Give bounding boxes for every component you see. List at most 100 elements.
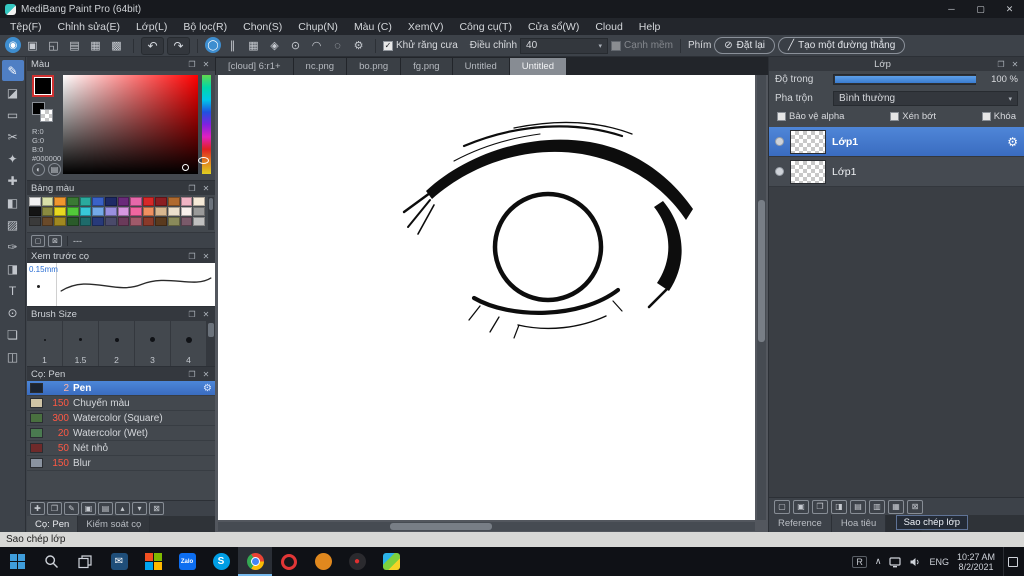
hidden-icons-chevron[interactable]: ∧ [875, 556, 882, 567]
palette-swatch-42[interactable] [193, 217, 205, 226]
brush-panel-tab-2[interactable]: Kiểm soát cọ [78, 516, 151, 532]
brush-size-3[interactable]: 3 [135, 321, 171, 366]
palette-swatch-9[interactable] [130, 197, 142, 206]
hand-tool[interactable]: ❏ [2, 324, 24, 345]
palette-swatch-21[interactable] [104, 207, 117, 216]
clock[interactable]: 10:27 AM 8/2/2021 [957, 552, 995, 572]
canvas-horizontal-scrollbar[interactable] [218, 522, 755, 531]
brush-settings-icon[interactable]: ⚙ [203, 383, 212, 394]
palette-scrollbar[interactable] [208, 197, 214, 230]
palette-swatch-3[interactable] [54, 197, 66, 206]
brush-folder-button[interactable]: ▤ [98, 502, 113, 515]
palette-swatch-20[interactable] [92, 207, 104, 216]
palette-swatch-2[interactable] [41, 197, 54, 206]
canvas[interactable] [218, 75, 755, 520]
brush-move-up-button[interactable]: ▴ [115, 502, 130, 515]
grid-icon[interactable]: ▦ [86, 37, 105, 54]
layer-row-2[interactable]: Lớp1 [769, 157, 1024, 187]
document-tab-3[interactable]: bo.png [347, 58, 401, 75]
palette-swatch-35[interactable] [104, 217, 117, 226]
palette-swatch-16[interactable] [41, 207, 54, 216]
speaker-icon[interactable] [909, 556, 921, 568]
palette-panel-float-icon[interactable]: ❐ [187, 184, 197, 193]
palette-swatch-30[interactable] [41, 217, 54, 226]
menu-item-2[interactable]: Chỉnh sửa(E) [50, 21, 128, 33]
maximize-button[interactable]: ▢ [966, 0, 995, 18]
brush-size-4[interactable]: 4 [171, 321, 207, 366]
brush-panel-tab-1[interactable]: Cọ: Pen [27, 516, 79, 532]
eraser-tool[interactable]: ◪ [2, 82, 24, 103]
menu-item-6[interactable]: Chụp(N) [290, 21, 346, 33]
palette-swatch-15[interactable] [29, 207, 41, 216]
brush-size-float-icon[interactable]: ❐ [187, 310, 197, 319]
snap-vanishing-icon[interactable]: ⊙ [286, 37, 305, 54]
menu-item-11[interactable]: Cloud [587, 21, 630, 33]
lasso-select-tool[interactable]: ✂ [2, 126, 24, 147]
palette-swatch-23[interactable] [130, 207, 142, 216]
snap-ellipse-icon[interactable]: ◌ [328, 37, 347, 54]
palette-swatch-33[interactable] [79, 217, 92, 226]
brush-tool[interactable]: ✎ [1, 60, 24, 81]
palette-swatch-32[interactable] [66, 217, 79, 226]
eyedropper-icon[interactable]: ◐ [32, 163, 45, 176]
menu-item-3[interactable]: Lớp(L) [128, 21, 175, 33]
recorder-app-icon[interactable]: ● [340, 547, 374, 576]
sv-marker[interactable] [181, 164, 189, 172]
palette-swatch-36[interactable] [117, 217, 130, 226]
apply-layer-button[interactable]: ▦ [888, 499, 904, 514]
layer-visibility-toggle[interactable] [775, 167, 784, 176]
ime-indicator[interactable]: R [852, 555, 867, 568]
start-button[interactable] [0, 547, 34, 576]
snap-cross-icon[interactable]: ◈ [265, 37, 284, 54]
reset-button[interactable]: ⊘ Đặt lại [714, 37, 776, 54]
zalo-app-icon[interactable]: Zalo [170, 547, 204, 576]
brush-size-scrollbar[interactable] [207, 321, 215, 366]
brush-size-close-icon[interactable]: ✕ [201, 310, 211, 319]
rect-select-tool[interactable]: ▭ [2, 104, 24, 125]
brush-size-1.5[interactable]: 1.5 [63, 321, 99, 366]
menu-item-1[interactable]: Tệp(F) [2, 21, 50, 33]
layer-settings-icon[interactable]: ⚙ [1007, 135, 1018, 149]
brush-item-4[interactable]: 20 Watercolor (Wet) [27, 426, 215, 441]
duplicate-layer-button[interactable]: ❐ [812, 499, 828, 514]
close-button[interactable]: ✕ [995, 0, 1024, 18]
rgb-slider-icon[interactable]: ▤ [48, 163, 61, 176]
new-folder-button[interactable]: ▤ [850, 499, 866, 514]
menu-item-4[interactable]: Bộ lọc(R) [175, 21, 235, 33]
color-panel-close-icon[interactable]: ✕ [201, 60, 211, 69]
menu-item-5[interactable]: Chọn(S) [235, 21, 290, 33]
gradient-tool[interactable]: ▨ [2, 214, 24, 235]
palette-swatch-29[interactable] [29, 217, 41, 226]
brush-size-1[interactable]: 1 [27, 321, 63, 366]
chrome-app-icon[interactable] [238, 547, 272, 576]
snap-radial-icon[interactable]: ◠ [307, 37, 326, 54]
transfer-layer-button[interactable]: ◨ [831, 499, 847, 514]
palette-swatch-34[interactable] [92, 217, 104, 226]
preview-panel-close-icon[interactable]: ✕ [201, 252, 211, 261]
palette-swatch-39[interactable] [155, 217, 168, 226]
divide-tool[interactable]: ◫ [2, 346, 24, 367]
material-icon[interactable]: ▩ [107, 37, 126, 54]
layer-checkbox-2[interactable]: Xén bớt [890, 111, 936, 122]
layer-panel-tab-1[interactable]: Reference [769, 515, 832, 532]
palette-swatch-27[interactable] [180, 207, 193, 216]
layer-row-1[interactable]: Lớp1 ⚙ [769, 127, 1024, 157]
palette-swatch-17[interactable] [54, 207, 66, 216]
move-tool[interactable]: ✚ [2, 170, 24, 191]
menu-item-9[interactable]: Công cụ(T) [451, 21, 520, 33]
mail-app-icon[interactable]: ✉ [102, 547, 136, 576]
current-color-swatch[interactable] [32, 75, 54, 97]
palette-swatch-41[interactable] [180, 217, 193, 226]
brush-move-down-button[interactable]: ▾ [132, 502, 147, 515]
new-layer-option-button[interactable]: ▣ [793, 499, 809, 514]
palette-swatch-14[interactable] [193, 197, 205, 206]
skype-app-icon[interactable]: S [204, 547, 238, 576]
palette-swatch-25[interactable] [155, 207, 168, 216]
redo-button[interactable]: ↷ [167, 36, 190, 55]
opera-app-icon[interactable] [272, 547, 306, 576]
duplicate-brush-button[interactable]: ❐ [47, 502, 62, 515]
select-eraser-tool[interactable]: ◨ [2, 258, 24, 279]
save-brush-button[interactable]: ▣ [81, 502, 96, 515]
document-tab-5[interactable]: Untitled [452, 58, 509, 75]
menu-item-7[interactable]: Màu (C) [346, 21, 400, 33]
